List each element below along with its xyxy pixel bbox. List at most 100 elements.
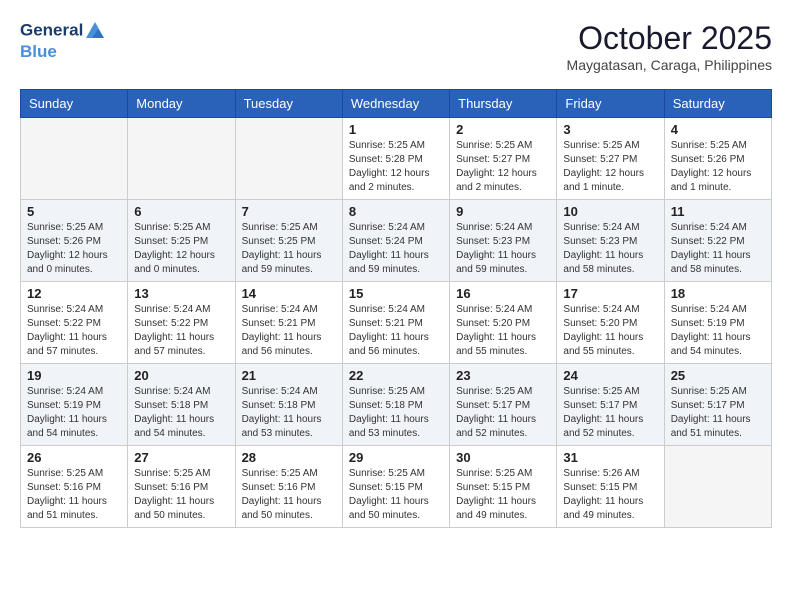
day-info: Sunrise: 5:25 AM Sunset: 5:18 PM Dayligh… <box>349 385 443 441</box>
day-info: Sunrise: 5:24 AM Sunset: 5:21 PM Dayligh… <box>349 303 443 359</box>
day-number: 3 <box>563 122 657 137</box>
day-info: Sunrise: 5:25 AM Sunset: 5:16 PM Dayligh… <box>242 467 336 523</box>
day-header-sunday: Sunday <box>21 90 128 118</box>
day-info: Sunrise: 5:25 AM Sunset: 5:26 PM Dayligh… <box>27 221 121 277</box>
day-number: 11 <box>671 204 765 219</box>
day-number: 7 <box>242 204 336 219</box>
day-info: Sunrise: 5:25 AM Sunset: 5:26 PM Dayligh… <box>671 139 765 195</box>
day-info: Sunrise: 5:24 AM Sunset: 5:18 PM Dayligh… <box>242 385 336 441</box>
calendar-cell: 24 Sunrise: 5:25 AM Sunset: 5:17 PM Dayli… <box>557 364 664 446</box>
logo-icon <box>84 20 106 42</box>
calendar-cell: 30Sunrise: 5:25 AM Sunset: 5:15 PM Dayli… <box>450 446 557 528</box>
calendar-week-row: 1 Sunrise: 5:25 AM Sunset: 5:28 PM Daylig… <box>21 118 772 200</box>
day-number: 14 <box>242 286 336 301</box>
calendar-cell: 25 Sunrise: 5:25 AM Sunset: 5:17 PM Dayli… <box>664 364 771 446</box>
day-info: Sunrise: 5:24 AM Sunset: 5:21 PM Dayligh… <box>242 303 336 359</box>
day-number: 6 <box>134 204 228 219</box>
day-number: 17 <box>563 286 657 301</box>
day-number: 24 <box>563 368 657 383</box>
logo: General Blue <box>20 20 106 62</box>
day-number: 10 <box>563 204 657 219</box>
day-info: Sunrise: 5:24 AM Sunset: 5:19 PM Dayligh… <box>27 385 121 441</box>
calendar-cell: 15Sunrise: 5:24 AM Sunset: 5:21 PM Dayli… <box>342 282 449 364</box>
calendar-cell: 3 Sunrise: 5:25 AM Sunset: 5:27 PM Daylig… <box>557 118 664 200</box>
day-info: Sunrise: 5:24 AM Sunset: 5:19 PM Dayligh… <box>671 303 765 359</box>
calendar-cell: 29 Sunrise: 5:25 AM Sunset: 5:15 PM Dayli… <box>342 446 449 528</box>
calendar-cell: 1 Sunrise: 5:25 AM Sunset: 5:28 PM Daylig… <box>342 118 449 200</box>
day-number: 20 <box>134 368 228 383</box>
page-header: General Blue October 2025 Maygatasan, Ca… <box>20 20 772 73</box>
day-header-thursday: Thursday <box>450 90 557 118</box>
day-number: 28 <box>242 450 336 465</box>
calendar-cell <box>664 446 771 528</box>
calendar-cell: 2 Sunrise: 5:25 AM Sunset: 5:27 PM Daylig… <box>450 118 557 200</box>
calendar-cell: 22Sunrise: 5:25 AM Sunset: 5:18 PM Dayli… <box>342 364 449 446</box>
day-number: 30 <box>456 450 550 465</box>
day-info: Sunrise: 5:25 AM Sunset: 5:15 PM Dayligh… <box>349 467 443 523</box>
calendar-cell: 28 Sunrise: 5:25 AM Sunset: 5:16 PM Dayli… <box>235 446 342 528</box>
day-info: Sunrise: 5:25 AM Sunset: 5:17 PM Dayligh… <box>456 385 550 441</box>
day-info: Sunrise: 5:24 AM Sunset: 5:20 PM Dayligh… <box>563 303 657 359</box>
day-info: Sunrise: 5:25 AM Sunset: 5:25 PM Dayligh… <box>134 221 228 277</box>
day-header-wednesday: Wednesday <box>342 90 449 118</box>
day-number: 31 <box>563 450 657 465</box>
calendar-cell: 10 Sunrise: 5:24 AM Sunset: 5:23 PM Dayli… <box>557 200 664 282</box>
day-info: Sunrise: 5:24 AM Sunset: 5:24 PM Dayligh… <box>349 221 443 277</box>
day-info: Sunrise: 5:24 AM Sunset: 5:23 PM Dayligh… <box>563 221 657 277</box>
day-number: 18 <box>671 286 765 301</box>
day-number: 29 <box>349 450 443 465</box>
day-info: Sunrise: 5:25 AM Sunset: 5:27 PM Dayligh… <box>563 139 657 195</box>
day-number: 2 <box>456 122 550 137</box>
calendar-cell <box>235 118 342 200</box>
calendar-header-row: SundayMondayTuesdayWednesdayThursdayFrid… <box>21 90 772 118</box>
day-number: 21 <box>242 368 336 383</box>
calendar-week-row: 26 Sunrise: 5:25 AM Sunset: 5:16 PM Dayli… <box>21 446 772 528</box>
day-header-saturday: Saturday <box>664 90 771 118</box>
day-header-tuesday: Tuesday <box>235 90 342 118</box>
calendar-cell: 13Sunrise: 5:24 AM Sunset: 5:22 PM Dayli… <box>128 282 235 364</box>
day-number: 5 <box>27 204 121 219</box>
day-number: 19 <box>27 368 121 383</box>
day-number: 23 <box>456 368 550 383</box>
day-info: Sunrise: 5:25 AM Sunset: 5:17 PM Dayligh… <box>563 385 657 441</box>
day-header-friday: Friday <box>557 90 664 118</box>
calendar-cell: 17 Sunrise: 5:24 AM Sunset: 5:20 PM Dayli… <box>557 282 664 364</box>
day-info: Sunrise: 5:26 AM Sunset: 5:15 PM Dayligh… <box>563 467 657 523</box>
calendar-cell: 20 Sunrise: 5:24 AM Sunset: 5:18 PM Dayli… <box>128 364 235 446</box>
day-info: Sunrise: 5:24 AM Sunset: 5:23 PM Dayligh… <box>456 221 550 277</box>
calendar-week-row: 19 Sunrise: 5:24 AM Sunset: 5:19 PM Dayli… <box>21 364 772 446</box>
day-number: 8 <box>349 204 443 219</box>
location-subtitle: Maygatasan, Caraga, Philippines <box>567 57 772 73</box>
day-info: Sunrise: 5:24 AM Sunset: 5:18 PM Dayligh… <box>134 385 228 441</box>
day-number: 1 <box>349 122 443 137</box>
calendar-table: SundayMondayTuesdayWednesdayThursdayFrid… <box>20 89 772 528</box>
calendar-cell: 12Sunrise: 5:24 AM Sunset: 5:22 PM Dayli… <box>21 282 128 364</box>
calendar-cell: 16Sunrise: 5:24 AM Sunset: 5:20 PM Dayli… <box>450 282 557 364</box>
day-number: 9 <box>456 204 550 219</box>
calendar-cell <box>128 118 235 200</box>
day-info: Sunrise: 5:25 AM Sunset: 5:16 PM Dayligh… <box>27 467 121 523</box>
day-info: Sunrise: 5:25 AM Sunset: 5:17 PM Dayligh… <box>671 385 765 441</box>
calendar-cell: 19 Sunrise: 5:24 AM Sunset: 5:19 PM Dayli… <box>21 364 128 446</box>
day-number: 25 <box>671 368 765 383</box>
logo-text: General <box>20 20 106 42</box>
day-info: Sunrise: 5:24 AM Sunset: 5:20 PM Dayligh… <box>456 303 550 359</box>
day-info: Sunrise: 5:24 AM Sunset: 5:22 PM Dayligh… <box>671 221 765 277</box>
calendar-cell: 21 Sunrise: 5:24 AM Sunset: 5:18 PM Dayli… <box>235 364 342 446</box>
day-info: Sunrise: 5:25 AM Sunset: 5:28 PM Dayligh… <box>349 139 443 195</box>
logo-blue: Blue <box>20 42 106 62</box>
day-info: Sunrise: 5:25 AM Sunset: 5:27 PM Dayligh… <box>456 139 550 195</box>
calendar-cell: 8 Sunrise: 5:24 AM Sunset: 5:24 PM Daylig… <box>342 200 449 282</box>
day-number: 27 <box>134 450 228 465</box>
calendar-cell: 26 Sunrise: 5:25 AM Sunset: 5:16 PM Dayli… <box>21 446 128 528</box>
title-area: October 2025 Maygatasan, Caraga, Philipp… <box>567 20 772 73</box>
calendar-cell: 6 Sunrise: 5:25 AM Sunset: 5:25 PM Daylig… <box>128 200 235 282</box>
calendar-cell <box>21 118 128 200</box>
month-title: October 2025 <box>567 20 772 57</box>
calendar-cell: 5 Sunrise: 5:25 AM Sunset: 5:26 PM Daylig… <box>21 200 128 282</box>
day-header-monday: Monday <box>128 90 235 118</box>
calendar-cell: 23 Sunrise: 5:25 AM Sunset: 5:17 PM Dayli… <box>450 364 557 446</box>
calendar-cell: 31 Sunrise: 5:26 AM Sunset: 5:15 PM Dayli… <box>557 446 664 528</box>
day-number: 12 <box>27 286 121 301</box>
day-number: 26 <box>27 450 121 465</box>
